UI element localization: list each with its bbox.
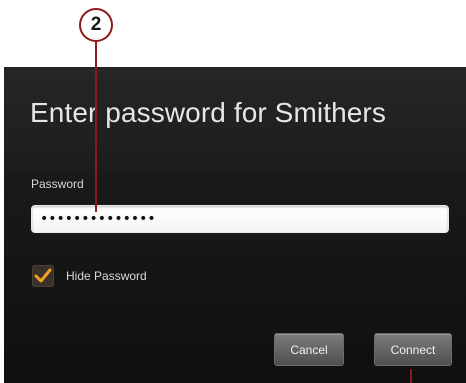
dialog-title: Enter password for Smithers [30, 97, 386, 128]
connect-button[interactable]: Connect [374, 333, 452, 366]
callout-badge: 2 [79, 8, 113, 42]
callout-line-password [95, 42, 97, 212]
enter-password-dialog: Enter password for Smithers Password Hid… [4, 67, 466, 383]
callout-line-connect [410, 369, 412, 383]
hide-password-label: Hide Password [66, 269, 147, 283]
hide-password-checkbox[interactable] [32, 265, 54, 287]
password-input[interactable] [31, 205, 449, 233]
cancel-button[interactable]: Cancel [274, 333, 344, 366]
checkmark-icon [34, 268, 52, 283]
dialog-header: Enter password for Smithers [4, 67, 466, 170]
password-label: Password [31, 177, 84, 191]
